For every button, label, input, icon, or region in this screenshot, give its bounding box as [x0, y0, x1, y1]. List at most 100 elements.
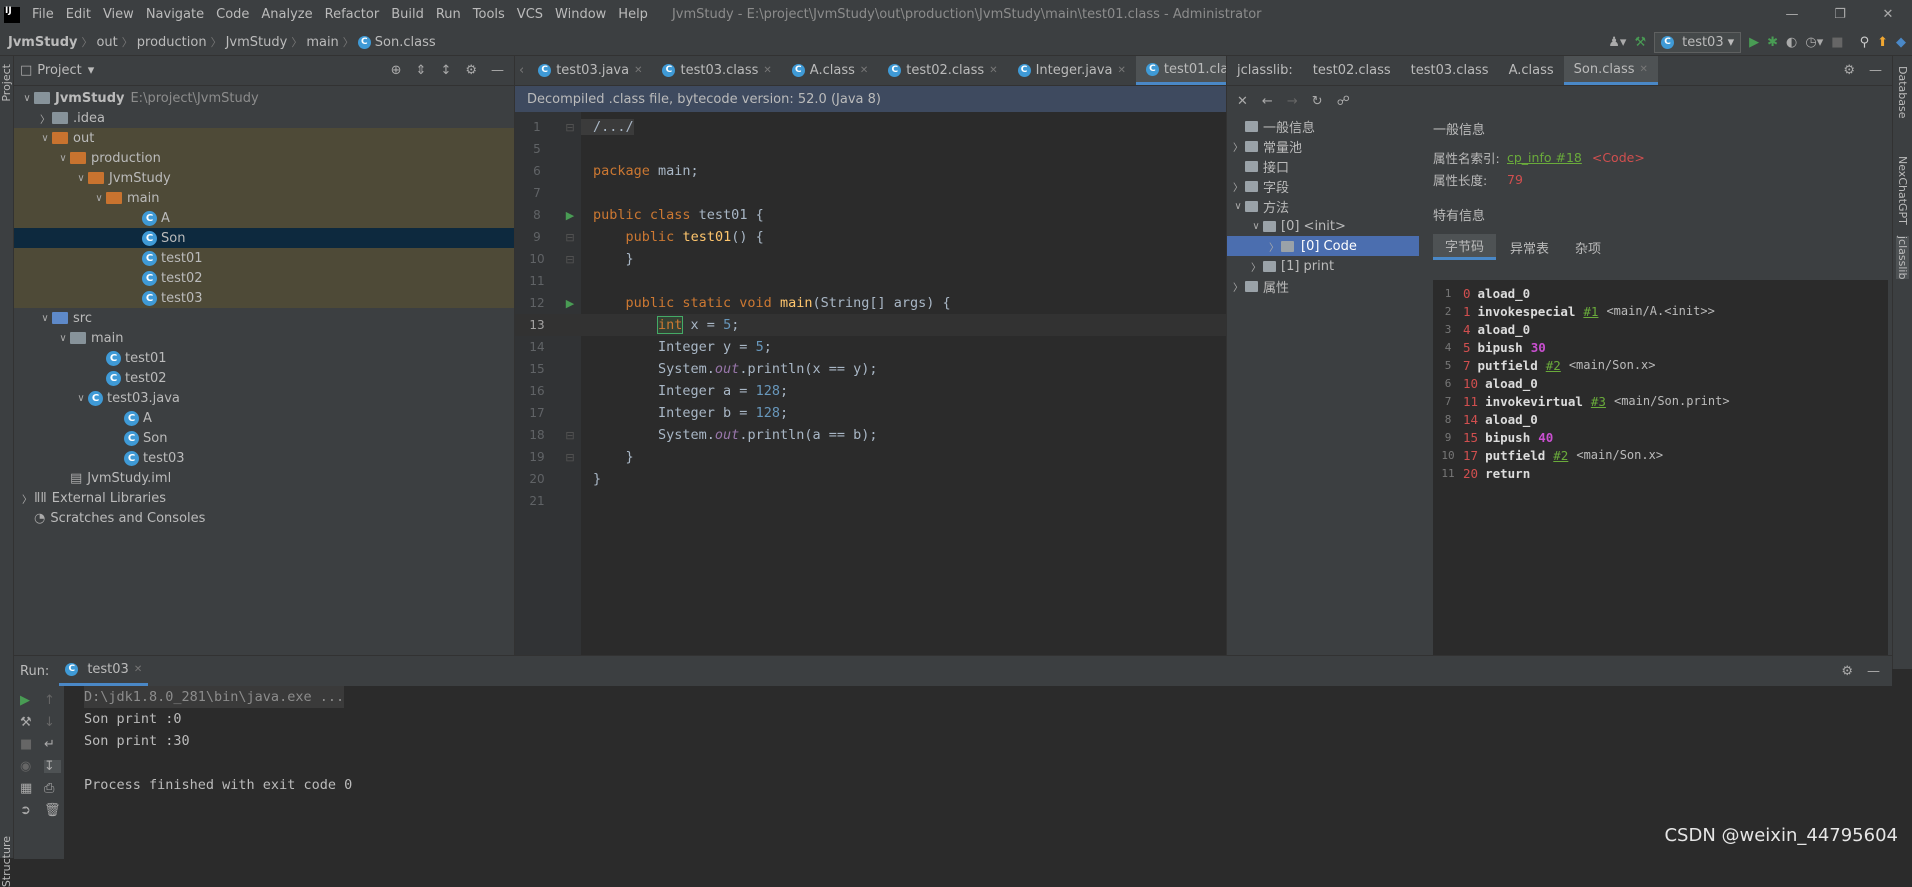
print-icon[interactable]: ⎙ [44, 782, 61, 795]
menu-item-file[interactable]: File [26, 7, 60, 22]
close-tab-icon[interactable]: ✕ [860, 65, 868, 76]
project-tree-item[interactable]: Ctest01 [14, 348, 514, 368]
class-tree-item[interactable]: ∨[0] <init> [1227, 216, 1419, 236]
ide-icon[interactable]: ◆ [1896, 36, 1906, 49]
back-arrow-icon[interactable]: ← [1262, 95, 1273, 108]
close-window-icon[interactable]: ✕ [1864, 0, 1912, 29]
breadcrumb-item[interactable]: main [302, 35, 342, 50]
stop-icon[interactable]: ■ [20, 738, 32, 751]
fold-icon[interactable]: ⊟ [559, 231, 581, 244]
rerun-icon[interactable]: ▶ [20, 694, 32, 707]
class-tree-item[interactable]: 〉字段 [1227, 176, 1419, 196]
menu-item-navigate[interactable]: Navigate [140, 7, 210, 22]
menu-item-build[interactable]: Build [385, 7, 430, 22]
globe-icon[interactable]: ☍ [1337, 95, 1350, 108]
camera-icon[interactable]: ◉ [20, 760, 32, 773]
class-tree-item[interactable]: 接口 [1227, 156, 1419, 176]
chevron-down-icon[interactable]: ∨ [38, 313, 52, 324]
project-tree-item[interactable]: ∨Ctest03.java [14, 388, 514, 408]
jclasslib-tab[interactable]: test03.class [1401, 56, 1499, 85]
class-tree-item[interactable]: 〉常量池 [1227, 136, 1419, 156]
class-tree-item[interactable]: 〉[0] Code [1227, 236, 1419, 256]
hide-icon[interactable]: — [1867, 665, 1880, 678]
chevron-down-icon[interactable]: ∨ [74, 393, 88, 404]
project-tree-item[interactable]: ∨main [14, 188, 514, 208]
pin-icon[interactable]: ➲ [20, 804, 32, 817]
constant-pool-link[interactable]: #2 [1546, 358, 1561, 373]
project-tree-item[interactable]: ∨JvmStudy [14, 168, 514, 188]
breadcrumb-item[interactable]: JvmStudy [222, 35, 292, 50]
jclasslib-tab[interactable]: A.class [1499, 56, 1564, 85]
wrench-icon[interactable]: ⚒ [20, 716, 32, 729]
project-tree-item[interactable]: ◔Scratches and Consoles [14, 508, 514, 528]
jclasslib-tab[interactable]: test02.class [1303, 56, 1401, 85]
editor-tab[interactable]: CA.class✕ [782, 56, 878, 85]
menu-item-refactor[interactable]: Refactor [319, 7, 386, 22]
chevron-right-icon[interactable]: 〉 [1231, 139, 1245, 154]
stop-icon[interactable]: ■ [1831, 36, 1843, 49]
run-icon[interactable]: ▶ [1749, 36, 1759, 49]
scroll-tabs-left-icon[interactable]: ‹ [515, 64, 528, 77]
build-hammer-icon[interactable]: ⚒ [1634, 36, 1646, 49]
fold-icon[interactable]: ⊟ [559, 429, 581, 442]
coverage-icon[interactable]: ◐ [1786, 36, 1797, 49]
project-tree-item[interactable]: Ctest03 [14, 288, 514, 308]
close-tab-icon[interactable]: ✕ [634, 65, 642, 76]
class-tree-item[interactable]: ∨方法 [1227, 196, 1419, 216]
menu-item-tools[interactable]: Tools [467, 7, 511, 22]
menu-item-edit[interactable]: Edit [60, 7, 97, 22]
chevron-right-icon[interactable]: 〉 [1231, 179, 1245, 194]
breadcrumb-item[interactable]: JvmStudy [4, 35, 81, 50]
project-tree-item[interactable]: ∨main [14, 328, 514, 348]
project-tree-item[interactable]: ▤JvmStudy.iml [14, 468, 514, 488]
class-tree-item[interactable]: 〉属性 [1227, 276, 1419, 296]
run-gutter-icon[interactable]: ▶ [559, 297, 581, 310]
close-tab-icon[interactable]: ✕ [1118, 65, 1126, 76]
editor-tab[interactable]: CInteger.java✕ [1008, 56, 1136, 85]
project-tool-tab[interactable]: Project [0, 64, 13, 102]
hide-icon[interactable]: — [491, 64, 504, 77]
close-tab-icon[interactable]: ✕ [134, 665, 142, 675]
jclasslib-tab[interactable]: Son.class✕ [1564, 56, 1658, 85]
gear-icon[interactable]: ⚙ [465, 64, 477, 77]
project-tree-item[interactable]: CA [14, 208, 514, 228]
expand-all-icon[interactable]: ⇕ [416, 64, 427, 77]
class-tree-item[interactable]: 〉[1] print [1227, 256, 1419, 276]
chevron-down-icon[interactable]: ∨ [74, 173, 88, 184]
run-tab[interactable]: C test03 ✕ [59, 656, 148, 686]
project-tree-item[interactable]: CSon [14, 228, 514, 248]
fold-icon[interactable]: ⊟ [559, 451, 581, 464]
soft-wrap-icon[interactable]: ↵ [44, 738, 61, 751]
update-icon[interactable]: ⬆ [1877, 36, 1888, 49]
restore-icon[interactable]: ❐ [1816, 0, 1864, 29]
close-tab-icon[interactable]: ✕ [989, 65, 997, 76]
bytecode-subtab[interactable]: 异常表 [1498, 234, 1561, 260]
fold-icon[interactable]: ⊟ [559, 121, 581, 134]
profile-icon[interactable]: ◷▾ [1805, 36, 1823, 49]
tool-tab-database[interactable]: Database [1896, 66, 1909, 119]
chevron-down-icon[interactable]: ▾ [88, 64, 95, 77]
chevron-right-icon[interactable]: 〉 [38, 111, 52, 126]
run-gutter-icon[interactable]: ▶ [559, 209, 581, 222]
project-tree-item[interactable]: ∨production [14, 148, 514, 168]
close-icon[interactable]: ✕ [1237, 95, 1248, 108]
project-tree-item[interactable]: CSon [14, 428, 514, 448]
menu-item-view[interactable]: View [97, 7, 140, 22]
chevron-down-icon[interactable]: ∨ [56, 333, 70, 344]
menu-item-window[interactable]: Window [549, 7, 612, 22]
project-tree-item[interactable]: Ctest01 [14, 248, 514, 268]
menu-item-analyze[interactable]: Analyze [255, 7, 318, 22]
tool-tab-jclasslib[interactable]: jclasslib [1896, 236, 1909, 279]
constant-pool-link[interactable]: #3 [1591, 394, 1606, 409]
chevron-down-icon[interactable]: ∨ [92, 193, 106, 204]
close-tab-icon[interactable]: ✕ [763, 65, 771, 76]
trash-icon[interactable]: 🗑 [44, 804, 61, 817]
gear-icon[interactable]: ⚙ [1843, 64, 1855, 77]
chevron-down-icon[interactable]: ∨ [1231, 201, 1245, 212]
chevron-down-icon[interactable]: ∨ [20, 93, 34, 104]
constant-pool-link[interactable]: #2 [1553, 448, 1568, 463]
editor-tab[interactable]: Ctest03.class✕ [652, 56, 781, 85]
down-arrow-icon[interactable]: ↓ [44, 716, 61, 729]
project-tree-item[interactable]: 〉.idea [14, 108, 514, 128]
chevron-right-icon[interactable]: 〉 [1267, 239, 1281, 254]
